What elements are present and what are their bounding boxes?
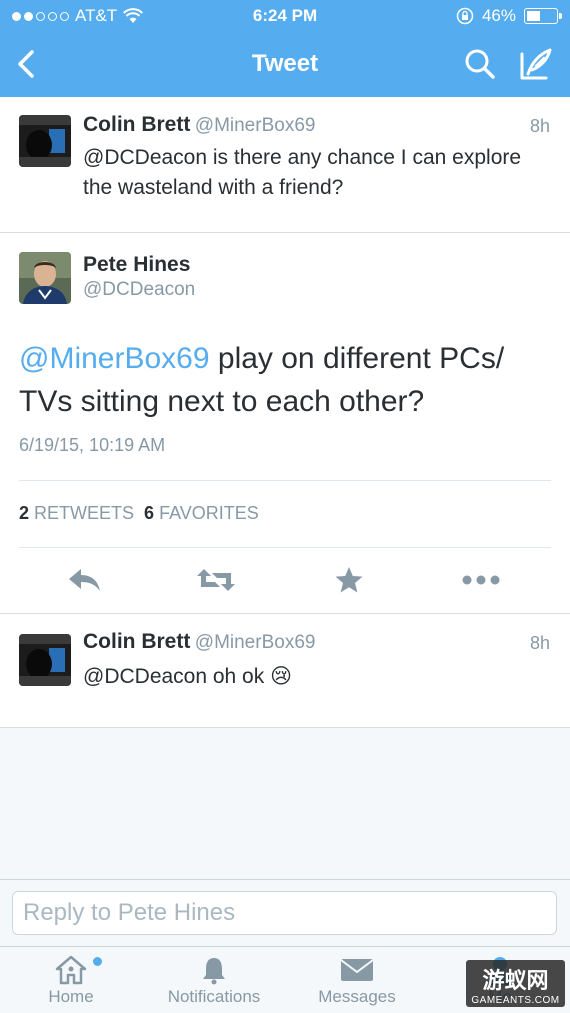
tweet-time: 8h [529,633,550,653]
tab-messages[interactable]: Messages [297,953,417,1007]
tweet-actions [0,563,570,603]
tweet-header: Colin Brett @MinerBox69 [83,630,315,654]
tweet-text: @DCDeacon oh ok 😢 [83,662,292,692]
reply-input[interactable] [12,891,557,935]
tab-home[interactable]: Home [11,953,131,1007]
retweet-button[interactable] [196,563,236,597]
tab-label: Messages [318,987,396,1006]
battery-icon [524,8,562,24]
retweets-count: 2 [19,503,30,523]
favorites-stat[interactable]: 6 FAVORITES [144,503,259,524]
author-name[interactable]: Colin Brett [83,630,190,653]
home-icon [55,955,87,985]
author-handle[interactable]: @DCDeacon [83,279,195,301]
compose-icon[interactable] [516,44,556,84]
status-bar: AT&T 6:24 PM 46% [0,0,570,32]
tweet-body: @DCDeacon oh ok [83,665,265,688]
avatar[interactable] [19,634,71,686]
retweets-label: RETWEETS [34,503,135,523]
watermark-logo: 游蚁网 GAMEANTS.COM [466,960,565,1007]
more-button[interactable] [461,563,501,597]
tab-label: Home [48,987,94,1006]
battery-percent: 46% [481,6,516,25]
tab-label: Notifications [167,987,261,1006]
conversation-tweet[interactable]: Colin Brett @MinerBox69 8h @DCDeacon is … [0,97,570,233]
orientation-lock-icon [456,7,474,25]
divider [19,547,551,548]
avatar[interactable] [19,252,71,304]
more-icon [462,575,500,585]
star-icon [335,567,363,593]
author-name[interactable]: Pete Hines [83,253,190,277]
tweet-header: Colin Brett @MinerBox69 [83,113,315,137]
favorites-label: FAVORITES [159,503,259,523]
tweet-date: 6/19/15, 10:19 AM [19,435,166,455]
reply-button[interactable] [65,563,105,597]
reply-bar [0,879,570,946]
avatar[interactable] [19,115,71,167]
tweet-stats: 2 RETWEETS 6 FAVORITES [19,503,259,524]
battery-area: 46% [456,6,562,26]
author-name[interactable]: Colin Brett [83,113,190,136]
main-tweet: Pete Hines @DCDeacon @MinerBox69 play on… [0,233,570,614]
nav-bar: Tweet [0,32,570,97]
search-icon[interactable] [462,46,498,82]
bell-icon [203,958,225,985]
crying-emoji: 😢 [270,665,292,688]
reply-tweet[interactable]: Colin Brett @MinerBox69 8h @DCDeacon oh … [0,614,570,728]
favorites-count: 6 [144,503,155,523]
retweet-icon [197,569,235,591]
notification-dot [93,957,102,966]
tweet-time: 8h [529,116,550,136]
top-bar: AT&T 6:24 PM 46% Tweet [0,0,570,97]
tweet-text: @MinerBox69 play on different PCs/ TVs s… [19,337,559,423]
tweet-text: @DCDeacon is there any chance I can expl… [83,146,522,199]
author-handle[interactable]: @MinerBox69 [195,115,316,136]
envelope-icon [340,959,374,981]
watermark-subtitle: GAMEANTS.COM [471,995,560,1006]
watermark-title: 游蚁网 [482,969,549,994]
tab-notifications[interactable]: Notifications [154,953,274,1007]
author-handle[interactable]: @MinerBox69 [195,632,316,653]
mention-link[interactable]: @MinerBox69 [19,342,210,375]
favorite-button[interactable] [329,563,369,597]
reply-icon [69,569,100,591]
divider [19,480,551,481]
retweets-stat[interactable]: 2 RETWEETS [19,503,134,524]
